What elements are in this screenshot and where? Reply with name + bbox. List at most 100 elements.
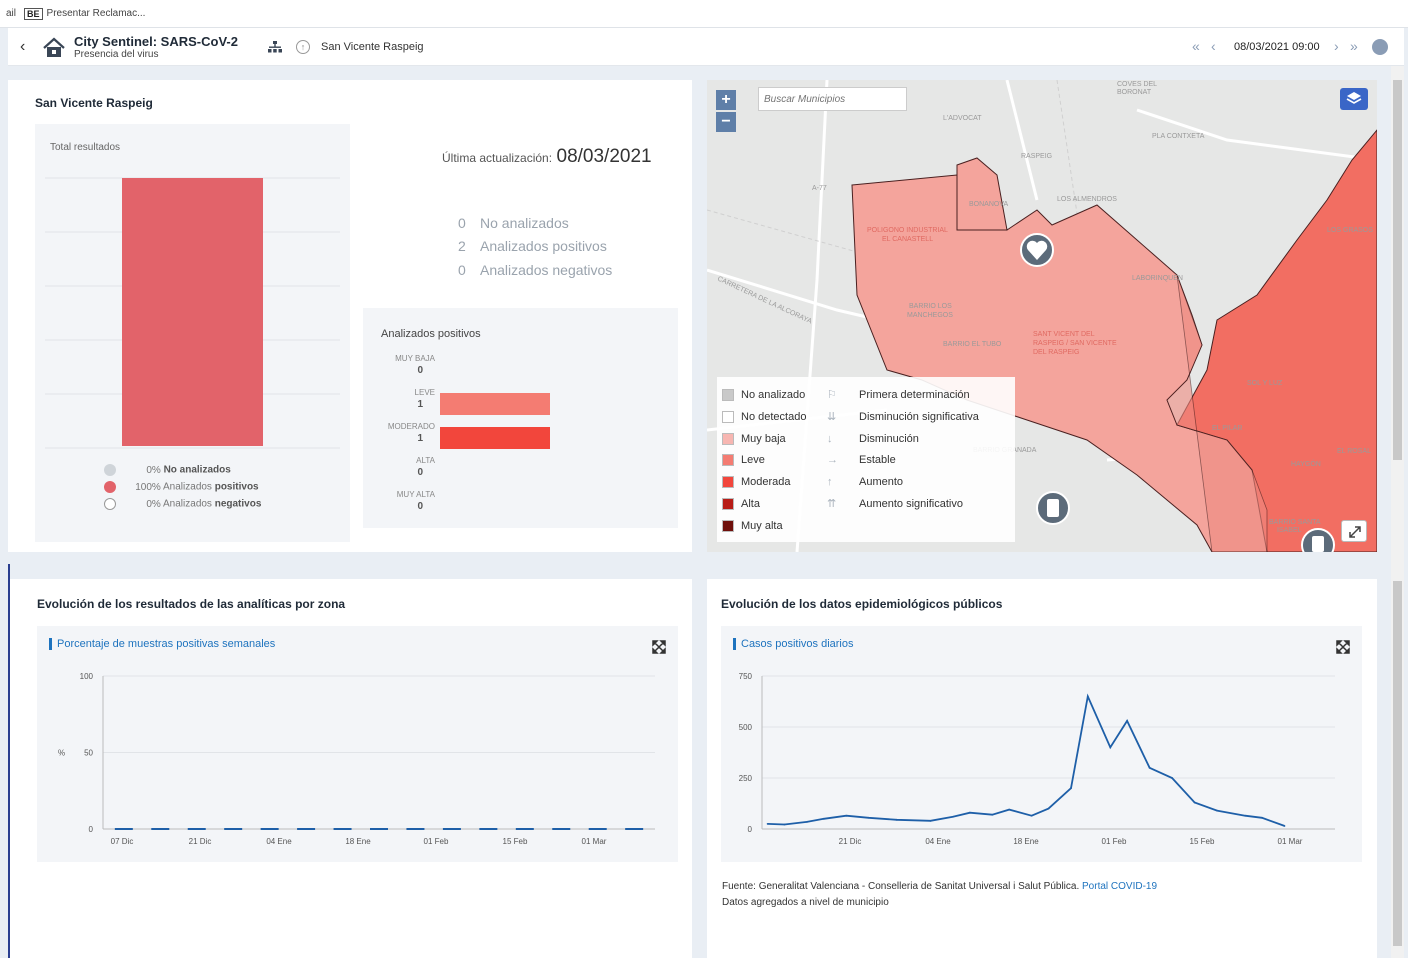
municipality-search-input[interactable] <box>758 87 907 111</box>
x-tick-label: 04 Ene <box>925 837 951 846</box>
y-tick-label: 750 <box>739 672 753 681</box>
legend-label-bold: positivos <box>214 481 259 493</box>
legend-swatch <box>722 498 734 510</box>
svg-text:CARRETERA DE LA ALCORAYA: CARRETERA DE LA ALCORAYA <box>716 275 813 325</box>
positives-title: Analizados positivos <box>381 328 481 340</box>
level-row: MUY ALTA 0 <box>363 490 663 520</box>
legend-level-label: Moderada <box>741 476 791 489</box>
next-date-button[interactable]: › <box>1334 38 1339 54</box>
y-tick-label: 50 <box>84 749 93 758</box>
bookmark-link[interactable]: Presentar Reclamac... <box>47 8 146 19</box>
x-tick-label: 18 Ene <box>345 837 371 846</box>
date-selector[interactable]: 08/03/2021 09:00 <box>1234 41 1320 53</box>
x-tick-label: 15 Feb <box>1190 837 1215 846</box>
level-row: MODERADO 1 <box>363 422 663 452</box>
svg-text:COVES DEL: COVES DEL <box>1117 81 1157 88</box>
breadcrumb[interactable]: San Vicente Raspeig <box>321 41 424 53</box>
legend-swatch <box>722 476 734 489</box>
municipality-north <box>956 157 1008 231</box>
last-date-button[interactable]: » <box>1350 38 1358 54</box>
fullscreen-map-button[interactable] <box>1341 520 1367 542</box>
legend-trend-item: ⇊ Disminución significativa <box>827 410 1012 424</box>
sensor-marker-icon <box>1036 491 1070 525</box>
level-label: MUY ALTA <box>396 490 435 499</box>
svg-text:RASPEIG: RASPEIG <box>1021 153 1052 160</box>
scrollbar-thumb[interactable] <box>1393 80 1402 460</box>
data-point <box>806 820 808 823</box>
level-label: MUY BAJA <box>395 354 435 363</box>
page-scrollbar[interactable] <box>1391 66 1404 958</box>
y-tick-label: 0 <box>89 825 94 834</box>
legend-negative: 0% Analizados negativos <box>104 498 261 510</box>
svg-text:EL ROSAL: EL ROSAL <box>1337 448 1371 455</box>
data-point <box>1283 825 1286 827</box>
legend-trend-item: ⇈ Aumento significativo <box>827 497 1012 511</box>
hierarchy-icon[interactable] <box>268 41 282 53</box>
svg-text:HAYGÓN: HAYGÓN <box>1291 459 1321 468</box>
evolution-title: Evolución de los resultados de las analí… <box>37 597 346 611</box>
legend-trend-item: → Estable <box>827 453 1012 467</box>
legend-swatch <box>722 432 734 445</box>
legend-level-item: No detectado <box>722 410 842 424</box>
map[interactable]: COVES DEL BORONAT L'ADVOCAT RASPEIG PLA … <box>707 80 1377 552</box>
layers-button[interactable] <box>1340 88 1368 110</box>
stat-not-analyzed: 0 No analizados <box>458 215 569 231</box>
legend-label-bold: negativos <box>214 498 262 510</box>
back-button[interactable]: ‹ <box>20 38 25 56</box>
prev-date-button[interactable]: ‹ <box>1211 38 1216 54</box>
level-label: LEVE <box>414 388 435 397</box>
up-level-icon[interactable]: ↑ <box>296 40 310 54</box>
legend-trend-label: Aumento <box>859 476 904 489</box>
tab-fragment: ail <box>6 8 17 19</box>
first-date-button[interactable]: « <box>1192 38 1200 54</box>
level-label: ALTA <box>416 456 435 465</box>
heart-marker-icon <box>1020 233 1054 267</box>
location-title: San Vicente Raspeig <box>35 96 153 110</box>
legend-dot <box>104 464 116 476</box>
y-tick-label: 250 <box>739 774 753 783</box>
scrollbar-thumb-lower[interactable] <box>1393 581 1402 946</box>
x-tick-label: 01 Feb <box>1102 837 1127 846</box>
data-point <box>1126 719 1129 722</box>
home-icon[interactable] <box>42 37 66 59</box>
stat-negative: 0 Analizados negativos <box>458 262 613 278</box>
bookmarks-bar: ail BE Presentar Reclamac... <box>0 0 1408 28</box>
legend-trend-item: ↓ Disminución <box>827 432 1012 446</box>
trend-icon: → <box>827 454 838 467</box>
svg-text:LOS GRASOS: LOS GRASOS <box>1327 227 1373 234</box>
svg-text:EL CANASTELL: EL CANASTELL <box>882 236 933 243</box>
level-row: ALTA 0 <box>363 456 663 486</box>
legend-level-item: Alta <box>722 497 842 511</box>
data-point <box>867 816 870 819</box>
y-tick-label: 500 <box>739 723 753 732</box>
svg-text:SANT VICENT DEL: SANT VICENT DEL <box>1033 331 1095 338</box>
legend-swatch <box>722 389 734 401</box>
zoom-out-button[interactable]: − <box>716 112 736 132</box>
x-tick-label: 04 Ene <box>266 837 292 846</box>
legend-level-item: Muy alta <box>722 519 842 533</box>
data-point <box>1193 801 1196 804</box>
data-point <box>1030 814 1033 817</box>
app-header: ‹ City Sentinel: SARS-CoV-2 Presencia de… <box>8 28 1404 66</box>
legend-dot <box>104 498 116 510</box>
legend-swatch <box>722 410 734 423</box>
svg-text:BARRIO LOS: BARRIO LOS <box>909 303 952 310</box>
data-point <box>845 814 848 817</box>
svg-text:POLIGONO INDUSTRIAL: POLIGONO INDUSTRIAL <box>867 227 948 234</box>
user-icon[interactable] <box>1372 39 1388 55</box>
portal-covid-link[interactable]: Portal COVID-19 <box>1082 881 1157 892</box>
y-tick-label: 100 <box>80 672 94 681</box>
legend-label: Analizados <box>163 498 212 510</box>
legend-level-item: No analizado <box>722 388 842 402</box>
legend-level-item: Muy baja <box>722 432 842 446</box>
legend-level-label: Leve <box>741 454 765 467</box>
data-point <box>766 823 769 825</box>
data-point <box>783 823 786 826</box>
level-value: 0 <box>417 501 423 512</box>
x-tick-label: 18 Ene <box>1013 837 1039 846</box>
series-line <box>767 693 1285 827</box>
zoom-in-button[interactable]: + <box>716 90 736 110</box>
x-tick-label: 21 Dic <box>839 837 862 846</box>
last-update: Última actualización: 08/03/2021 <box>442 146 652 168</box>
left-accent <box>8 564 10 958</box>
